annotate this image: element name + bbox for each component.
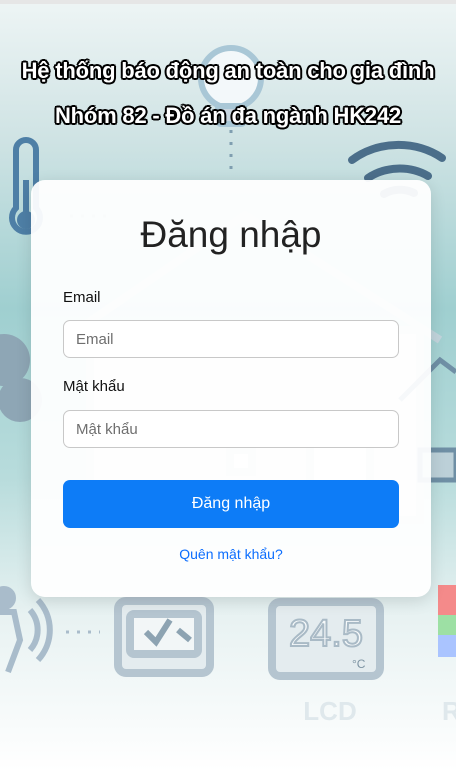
forgot-password-link[interactable]: Quên mật khẩu?: [31, 546, 431, 562]
lcd-label: LCD: [303, 696, 356, 726]
microcontroller-icon: [114, 597, 214, 677]
lcd-unit: °C: [352, 657, 366, 671]
login-heading: Đăng nhập: [140, 214, 322, 255]
password-field[interactable]: [63, 410, 399, 448]
login-button[interactable]: Đăng nhập: [63, 480, 399, 528]
email-field[interactable]: [63, 320, 399, 358]
app-title: Hệ thống báo động an toàn cho gia đình: [21, 58, 435, 83]
motion-sensor-icon: [0, 586, 100, 674]
email-label: Email: [63, 289, 101, 306]
login-card: Đăng nhập Email Mật khẩu Đăng nhập Quên …: [31, 180, 431, 597]
password-label: Mật khẩu: [63, 378, 125, 395]
rgb-led-icon: R: [438, 585, 456, 726]
r-label: R: [442, 696, 456, 726]
lcd-display-icon: 24.5 °C LCD: [268, 598, 384, 726]
app-subtitle: Nhóm 82 - Đồ án đa ngành HK242: [54, 103, 402, 128]
lcd-reading: 24.5: [289, 613, 363, 655]
top-border: [0, 0, 456, 4]
